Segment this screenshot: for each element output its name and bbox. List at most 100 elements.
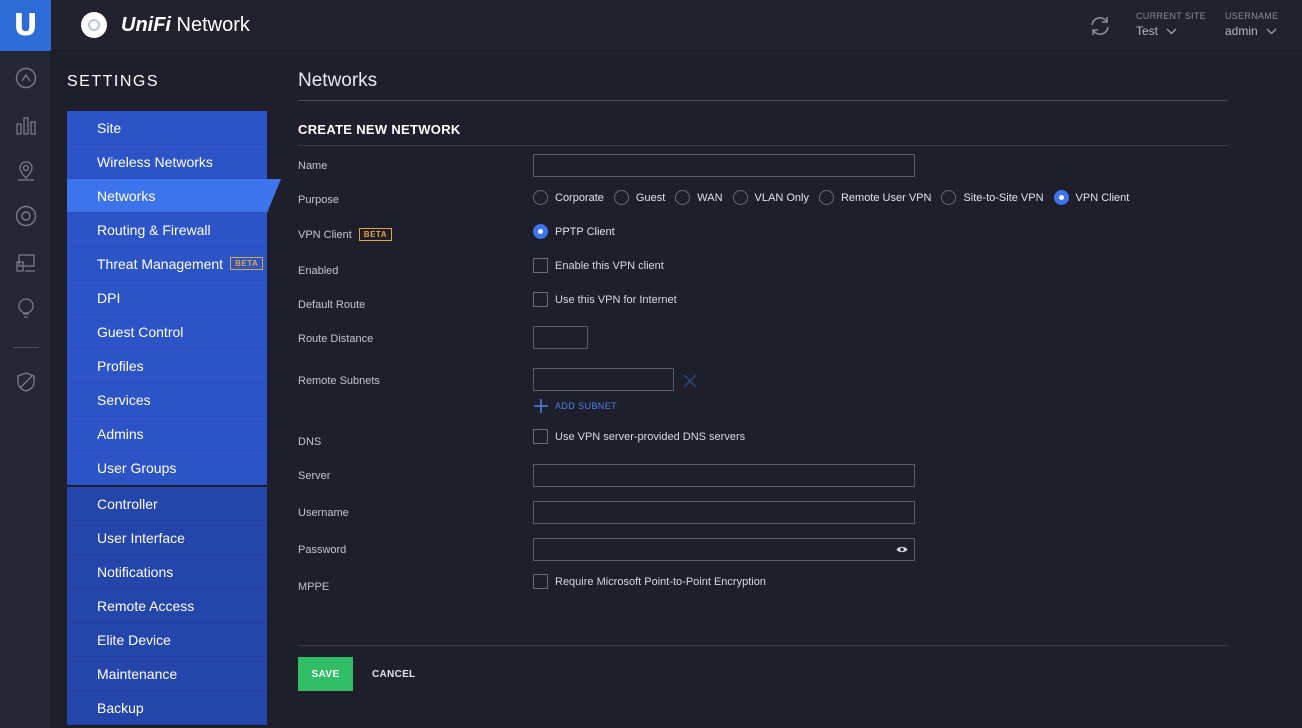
default-route-text: Use this VPN for Internet <box>555 293 677 306</box>
nav-item-admins[interactable]: Admins <box>67 417 267 451</box>
app-title: UniFi Network <box>121 13 250 36</box>
password-label: Password <box>298 544 347 556</box>
divider <box>298 145 1228 146</box>
divider <box>298 100 1228 101</box>
nav-item-maintenance[interactable]: Maintenance <box>67 657 267 691</box>
nav-item-controller[interactable]: Controller <box>67 487 267 521</box>
nav-item-routing-firewall[interactable]: Routing & Firewall <box>67 213 267 247</box>
nav-item-services[interactable]: Services <box>67 383 267 417</box>
radio-vlan-only[interactable]: VLAN Only <box>732 190 809 205</box>
nav-item-label: Threat Management <box>97 255 224 272</box>
nav-item-label: Guest Control <box>97 323 184 340</box>
settings-nav: Site Wireless Networks Networks Routing & F… <box>67 111 281 725</box>
unifi-logo-icon <box>81 12 107 38</box>
nav-item-site[interactable]: Site <box>67 111 267 145</box>
dns-checkbox[interactable]: Use VPN server-provided DNS servers <box>533 429 745 444</box>
radio-guest[interactable]: Guest <box>613 190 666 205</box>
map-icon[interactable] <box>14 159 38 183</box>
nav-item-label: Site <box>97 119 122 136</box>
enable-vpn-checkbox[interactable]: Enable this VPN client <box>533 258 664 273</box>
insights-icon[interactable] <box>14 296 38 320</box>
server-input[interactable] <box>533 464 915 487</box>
radio-pptp-client[interactable]: PPTP Client <box>533 224 615 239</box>
brand[interactable]: UniFi Network <box>81 12 250 38</box>
radio-unselected-icon <box>533 190 548 205</box>
radio-unselected-icon <box>941 190 957 205</box>
radio-unselected-icon <box>818 190 834 205</box>
radio-label: WAN <box>697 191 723 204</box>
radio-corporate[interactable]: Corporate <box>533 190 604 205</box>
nav-item-guest-control[interactable]: Guest Control <box>67 315 267 349</box>
remote-subnets-label: Remote Subnets <box>298 375 380 387</box>
route-distance-input[interactable] <box>533 326 588 349</box>
dns-label: DNS <box>298 436 322 448</box>
clients-icon[interactable] <box>14 251 38 275</box>
nav-item-wireless-networks[interactable]: Wireless Networks <box>67 145 267 179</box>
add-subnet-link[interactable]: ADD SUBNET <box>533 398 617 414</box>
radio-wan[interactable]: WAN <box>675 190 723 205</box>
save-button[interactable]: SAVE <box>298 657 353 691</box>
current-site-selector[interactable]: CURRENT SITE Test <box>1136 11 1206 38</box>
name-label: Name <box>298 160 328 172</box>
radio-remote-user-vpn[interactable]: Remote User VPN <box>818 190 932 205</box>
nav-item-label: Profiles <box>97 357 144 374</box>
nav-item-remote-access[interactable]: Remote Access <box>67 589 267 623</box>
enabled-label: Enabled <box>298 265 339 277</box>
checkbox-icon <box>533 292 548 307</box>
add-subnet-text: ADD SUBNET <box>555 401 618 411</box>
nav-item-profiles[interactable]: Profiles <box>67 349 267 383</box>
username-selector[interactable]: USERNAME admin <box>1225 11 1278 38</box>
route-distance-label: Route Distance <box>298 333 374 345</box>
nav-item-label: Admins <box>97 425 144 442</box>
nav-item-label: User Groups <box>97 459 177 476</box>
radio-label: Remote User VPN <box>840 191 932 204</box>
nav-item-networks[interactable]: Networks <box>67 179 281 213</box>
nav-item-label: Maintenance <box>97 665 178 682</box>
server-label: Server <box>298 470 331 482</box>
nav-item-elite-device[interactable]: Elite Device <box>67 623 267 657</box>
vpn-client-label: VPN Client BETA <box>298 228 392 241</box>
radio-vpn-client[interactable]: VPN Client <box>1053 190 1129 205</box>
page-title: Networks <box>298 70 378 91</box>
current-site-value: Test <box>1136 24 1159 38</box>
rail-divider <box>13 347 39 348</box>
username-input[interactable] <box>533 501 915 524</box>
dashboard-icon[interactable] <box>14 66 38 90</box>
radio-label: Guest <box>635 191 666 204</box>
name-input[interactable] <box>533 154 915 177</box>
username-value: admin <box>1225 24 1258 38</box>
ubiquiti-logo[interactable]: U <box>0 0 51 51</box>
nav-item-label: Wireless Networks <box>97 153 213 170</box>
mppe-label: MPPE <box>298 581 330 593</box>
show-password-eye-icon[interactable] <box>896 545 908 554</box>
remove-subnet-icon[interactable] <box>683 374 697 388</box>
username-field-label: Username <box>298 507 349 519</box>
devices-icon[interactable] <box>14 204 38 228</box>
nav-item-user-interface[interactable]: User Interface <box>67 521 267 555</box>
nav-item-label: Notifications <box>97 563 174 580</box>
default-route-checkbox[interactable]: Use this VPN for Internet <box>533 292 677 307</box>
mppe-checkbox[interactable]: Require Microsoft Point-to-Point Encrypt… <box>533 574 766 589</box>
cancel-button[interactable]: CANCEL <box>362 657 425 691</box>
radio-unselected-icon <box>613 190 629 205</box>
remote-subnet-input[interactable] <box>533 368 674 391</box>
password-input[interactable] <box>533 538 915 561</box>
nav-item-threat-management[interactable]: Threat Management BETA <box>67 247 267 281</box>
nav-item-backup[interactable]: Backup <box>67 691 267 725</box>
radio-label: VLAN Only <box>754 191 809 204</box>
vpn-client-radio-group: PPTP Client <box>533 224 625 239</box>
nav-item-label: Networks <box>97 187 156 204</box>
radio-label: Corporate <box>555 191 604 204</box>
radio-site-to-site-vpn[interactable]: Site-to-Site VPN <box>941 190 1044 205</box>
radio-label: Site-to-Site VPN <box>963 191 1044 204</box>
statistics-icon[interactable] <box>14 113 38 137</box>
logo-letter: U <box>13 8 38 43</box>
nav-item-dpi[interactable]: DPI <box>67 281 267 315</box>
nav-item-label: Elite Device <box>97 631 171 648</box>
nav-item-notifications[interactable]: Notifications <box>67 555 267 589</box>
shield-icon[interactable] <box>14 370 38 394</box>
refresh-icon[interactable] <box>1087 13 1113 44</box>
nav-item-user-groups[interactable]: User Groups <box>67 451 267 485</box>
radio-selected-icon <box>533 224 548 239</box>
icon-rail: U <box>0 0 51 728</box>
